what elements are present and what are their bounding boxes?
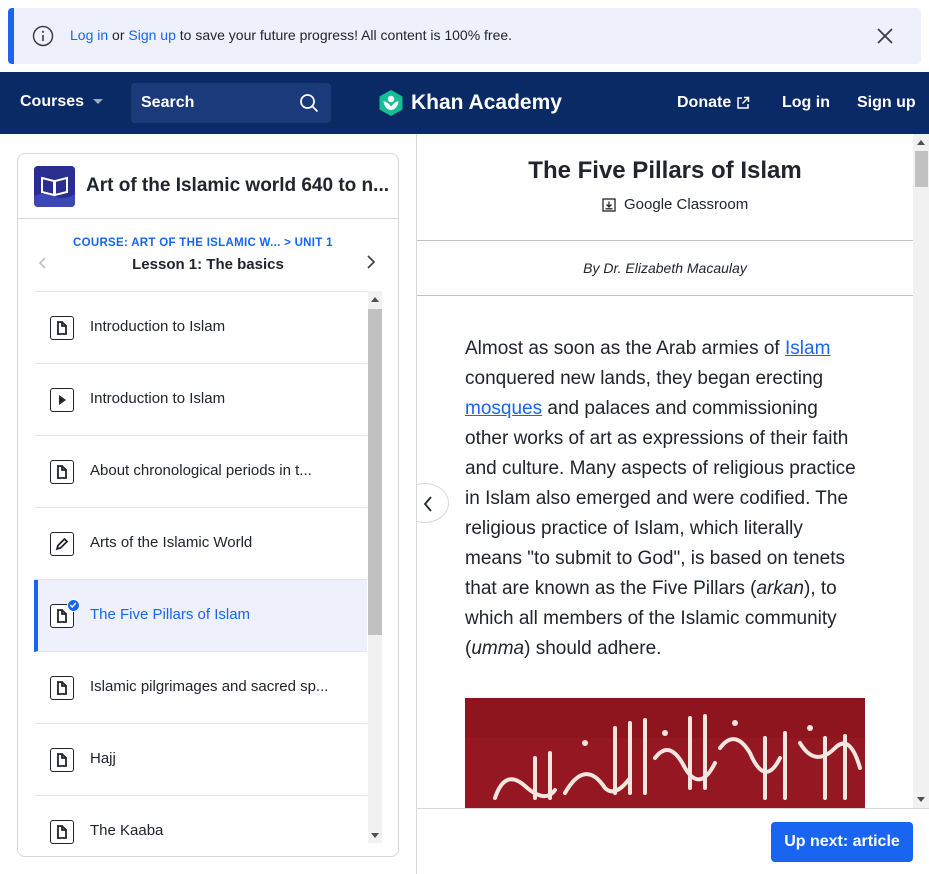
search-icon[interactable] (299, 93, 319, 113)
unit-breadcrumb-link[interactable]: > UNIT 1 (284, 237, 333, 249)
signup-link[interactable]: Sign up (857, 94, 916, 112)
article-icon (50, 820, 74, 844)
article-title: The Five Pillars of Islam (528, 157, 802, 184)
list-item-label: Islamic pilgrimages and sacred sp... (90, 678, 329, 695)
search-input[interactable] (131, 83, 291, 123)
course-breadcrumb-link[interactable]: COURSE: ART OF THE ISLAMIC W... (73, 237, 281, 249)
top-nav: Courses Khan Academy Donate Log in Sign … (0, 72, 929, 134)
banner-message-text: to save your future progress! All conten… (179, 27, 513, 43)
body-text: ) should adhere. (524, 638, 662, 659)
list-item[interactable]: Arts of the Islamic World (34, 508, 367, 580)
calligraphy-artwork (465, 698, 865, 808)
list-item[interactable]: Introduction to Islam (34, 292, 367, 364)
sidebar-header: Art of the Islamic world 640 to n... (18, 154, 398, 219)
article-author: By Dr. Elizabeth Macaulay (583, 260, 747, 276)
google-classroom-icon (602, 197, 616, 212)
lesson-title: Lesson 1: The basics (132, 256, 284, 273)
mosques-link[interactable]: mosques (465, 398, 542, 419)
external-link-icon (737, 96, 750, 109)
scrollbar-thumb[interactable] (915, 151, 928, 187)
list-item[interactable]: About chronological periods in t... (34, 436, 367, 508)
article-icon (50, 676, 74, 700)
list-item[interactable]: Islamic pilgrimages and sacred sp... (34, 652, 367, 724)
body-text: and palaces and commissioning other work… (465, 398, 856, 599)
next-lesson-chevron-icon[interactable] (364, 254, 378, 270)
article-panel: The Five Pillars of Islam Google Classro… (416, 134, 929, 874)
courses-label: Courses (20, 93, 85, 110)
list-item-label: About chronological periods in t... (90, 462, 312, 479)
completed-check-icon (67, 599, 80, 612)
logo-text: Khan Academy (411, 91, 562, 114)
search-box (131, 83, 331, 123)
divider (417, 240, 913, 241)
scroll-up-arrow-icon[interactable] (371, 297, 379, 302)
list-item-label: The Kaaba (90, 822, 164, 839)
courses-menu[interactable]: Courses (20, 93, 104, 111)
course-title[interactable]: Art of the Islamic world 640 to n... (86, 175, 392, 197)
previous-content-button[interactable] (417, 483, 449, 523)
chevron-left-icon (423, 496, 432, 512)
close-icon[interactable] (875, 26, 895, 46)
khan-leaf-icon (379, 90, 403, 116)
lesson-breadcrumb: COURSE: ART OF THE ISLAMIC W... > UNIT 1… (18, 220, 398, 290)
article-footer: Up next: article (417, 808, 929, 874)
lesson-content-list: Introduction to Islam Introduction to Is… (34, 291, 367, 856)
khan-academy-logo[interactable]: Khan Academy (377, 89, 562, 117)
arkan-term: arkan (756, 578, 804, 599)
banner-or-text: or (112, 27, 125, 43)
book-icon (34, 166, 75, 207)
donate-link[interactable]: Donate (677, 94, 750, 112)
calligraphy-image (465, 698, 865, 808)
banner-signup-link[interactable]: Sign up (128, 27, 175, 43)
body-text: conquered new lands, they began erecting (465, 368, 824, 389)
google-classroom-button[interactable]: Google Classroom (602, 196, 748, 213)
scroll-up-arrow-icon[interactable] (917, 140, 925, 145)
scrollbar-thumb[interactable] (368, 309, 382, 635)
divider (417, 295, 913, 296)
islam-link[interactable]: Islam (785, 338, 830, 359)
up-next-button[interactable]: Up next: article (771, 822, 913, 862)
chevron-down-icon (93, 99, 104, 104)
banner-login-link[interactable]: Log in (70, 27, 108, 43)
banner-message: Log in or Sign up to save your future pr… (70, 27, 512, 43)
breadcrumb: COURSE: ART OF THE ISLAMIC W... > UNIT 1 (73, 237, 333, 249)
list-item[interactable]: The Kaaba (34, 796, 367, 856)
umma-term: umma (471, 638, 525, 659)
sidebar-scrollbar[interactable] (368, 291, 382, 843)
list-item[interactable]: Hajj (34, 724, 367, 796)
donate-label: Donate (677, 94, 732, 111)
article-scrollbar[interactable] (913, 134, 929, 808)
list-item-label: Introduction to Islam (90, 318, 226, 335)
list-item-label: Arts of the Islamic World (90, 534, 253, 551)
exercise-icon (50, 532, 74, 556)
course-sidebar: Art of the Islamic world 640 to n... COU… (17, 153, 399, 857)
scroll-down-arrow-icon[interactable] (917, 797, 925, 802)
info-icon (32, 25, 54, 47)
google-classroom-label: Google Classroom (624, 196, 749, 213)
list-item-label: Introduction to Islam (90, 390, 226, 407)
scroll-down-arrow-icon[interactable] (371, 833, 379, 838)
list-item[interactable]: Introduction to Islam (34, 364, 367, 436)
article-icon (50, 316, 74, 340)
body-text: Almost as soon as the Arab armies of (465, 338, 785, 359)
list-item-label: Hajj (90, 750, 116, 767)
article-icon (50, 748, 74, 772)
list-item-label: The Five Pillars of Islam (90, 606, 251, 623)
course-thumbnail (34, 166, 75, 207)
signup-banner: Log in or Sign up to save your future pr… (8, 8, 921, 64)
login-link[interactable]: Log in (782, 94, 830, 112)
article-icon (50, 460, 74, 484)
list-item-active[interactable]: The Five Pillars of Islam (34, 580, 367, 652)
video-icon (50, 388, 74, 412)
article-body-paragraph: Almost as soon as the Arab armies of Isl… (465, 334, 865, 664)
